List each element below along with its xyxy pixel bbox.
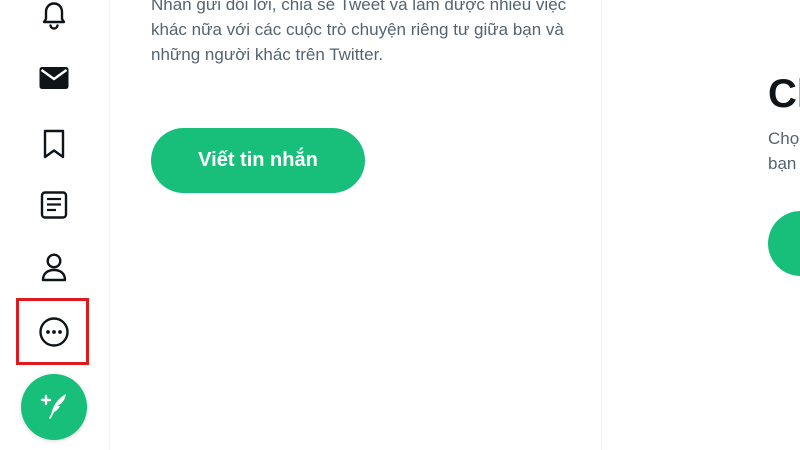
conversation-panel: Ch Chọ bạn <box>602 0 800 450</box>
nav-messages[interactable] <box>38 62 70 94</box>
more-circle-icon <box>38 316 70 348</box>
conversation-description-line: bạn <box>768 154 797 173</box>
messages-description: Nhắn gửi đổi lời, chia sẻ Tweet và làm đ… <box>151 0 567 64</box>
nav-profile[interactable] <box>38 251 70 283</box>
person-icon <box>40 251 68 283</box>
messages-panel: Nhắn gửi đổi lời, chia sẻ Tweet và làm đ… <box>110 0 602 450</box>
nav-bookmarks[interactable] <box>38 128 70 160</box>
tweet-button[interactable] <box>21 374 87 440</box>
nav-notifications[interactable] <box>38 0 70 32</box>
feather-plus-icon <box>39 390 69 425</box>
conversation-description-line: Chọ <box>768 129 800 148</box>
nav-lists[interactable] <box>38 189 70 221</box>
sidebar <box>0 0 110 450</box>
conversation-title: Ch <box>768 72 800 116</box>
write-message-button[interactable]: Viết tin nhắn <box>151 128 365 193</box>
envelope-icon <box>38 64 70 92</box>
nav-more[interactable] <box>38 316 70 348</box>
conversation-description: Chọ bạn <box>768 126 799 176</box>
page: Nhắn gửi đổi lời, chia sẻ Tweet và làm đ… <box>0 0 800 450</box>
bell-icon <box>39 0 69 32</box>
new-message-button[interactable] <box>768 211 800 276</box>
list-icon <box>39 190 69 220</box>
bookmark-icon <box>40 128 68 160</box>
